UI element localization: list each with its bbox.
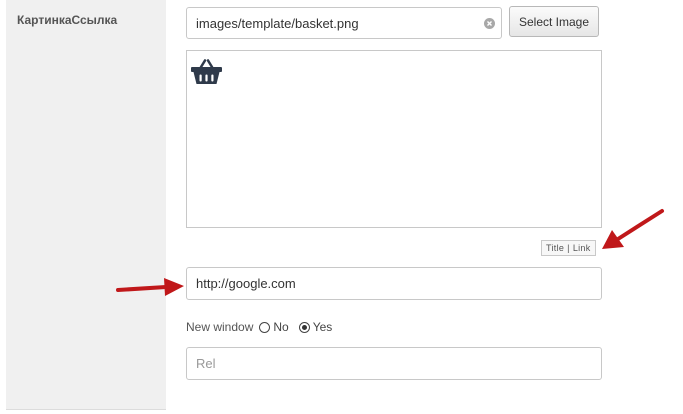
link-url-input[interactable] bbox=[186, 267, 602, 300]
arrow-icon-title-link bbox=[602, 209, 664, 249]
rel-input[interactable] bbox=[186, 347, 602, 380]
field-label: КартинкаСсылка bbox=[17, 13, 118, 27]
basket-icon bbox=[191, 59, 222, 84]
image-preview bbox=[186, 50, 602, 228]
image-path-input[interactable] bbox=[186, 7, 502, 39]
new-window-yes-label[interactable]: Yes bbox=[313, 320, 333, 334]
new-window-no-label[interactable]: No bbox=[273, 320, 288, 334]
toggle-separator: | bbox=[567, 243, 570, 253]
new-window-no-radio[interactable] bbox=[259, 321, 271, 333]
title-link-toggle: Title | Link bbox=[541, 240, 596, 256]
select-image-button[interactable]: Select Image bbox=[509, 6, 599, 37]
new-window-label: New window bbox=[186, 320, 254, 334]
arrow-icon-link-input bbox=[116, 278, 184, 296]
new-window-row: New window No Yes bbox=[186, 319, 342, 335]
clear-icon[interactable] bbox=[484, 18, 495, 29]
title-toggle[interactable]: Title bbox=[546, 243, 564, 253]
new-window-yes-radio[interactable] bbox=[298, 321, 310, 333]
link-toggle[interactable]: Link bbox=[573, 243, 591, 253]
field-label-panel bbox=[6, 0, 166, 410]
